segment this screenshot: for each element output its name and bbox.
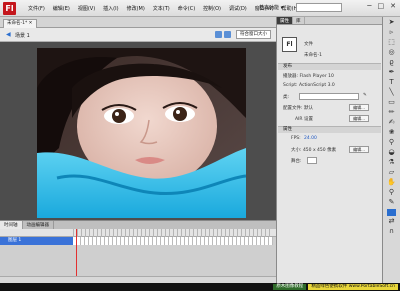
- maximize-button[interactable]: □: [378, 2, 385, 10]
- layer-row[interactable]: 图层 1: [0, 237, 73, 245]
- edit-symbol-icon[interactable]: [224, 31, 231, 38]
- search-input[interactable]: [296, 3, 342, 12]
- bone-tool-icon[interactable]: ⚲: [386, 138, 397, 147]
- doc-name-label: 未命名-1: [304, 53, 322, 58]
- frame-ruler[interactable]: [73, 229, 273, 237]
- document-tabbar: 未命名-1* ✕: [0, 17, 276, 28]
- flash-logo-icon[interactable]: Fl: [3, 1, 16, 15]
- tab-timeline[interactable]: 时间轴: [0, 221, 23, 229]
- stage-area: [0, 42, 276, 220]
- pencil-tool-icon[interactable]: ✏: [386, 108, 397, 117]
- 3d-rotation-tool-icon[interactable]: ◎: [386, 48, 397, 57]
- minimize-button[interactable]: ─: [367, 2, 371, 10]
- zoom-tool-icon[interactable]: ⚲: [386, 188, 397, 197]
- timeline-panel: 时间轴 动画编辑器 图层 1: [0, 220, 276, 284]
- eyedropper-tool-icon[interactable]: ⚗: [386, 158, 397, 167]
- tab-properties[interactable]: 属性: [277, 17, 293, 24]
- eraser-tool-icon[interactable]: ▱: [386, 168, 397, 177]
- watermarks: 原木图像教程 精品绿色便携软件 www.PortableSoft.cn: [273, 284, 398, 290]
- menu-bar: Fl 文件(F) 编辑(E) 视图(V) 插入(I) 修改(M) 文本(T) 命令(C) 控制…: [0, 0, 400, 17]
- fill-color-icon[interactable]: [387, 209, 396, 216]
- snap-magnet-icon[interactable]: ∩: [386, 227, 397, 236]
- menu-item[interactable]: 插入(I): [99, 5, 122, 12]
- menu-item[interactable]: 视图(V): [74, 5, 99, 12]
- scene-label[interactable]: 场景 1: [15, 32, 30, 39]
- tools-panel: ➤ ▹ ⬚ ◎ ϱ ✒ T ╲ ▭ ✏ ✍ ❀ ⚲ ◒ ⚗ ▱ ✋ ⚲ ✎ ⇄ …: [382, 17, 400, 283]
- tab-motion-editor[interactable]: 动画编辑器: [23, 221, 54, 229]
- playhead[interactable]: [76, 229, 77, 279]
- back-arrow-icon[interactable]: ◀: [6, 31, 11, 38]
- selection-tool-icon[interactable]: ➤: [386, 18, 397, 27]
- watermark-left: 原木图像教程: [273, 284, 307, 290]
- size-edit-button[interactable]: 编辑...: [349, 146, 369, 153]
- document-tab[interactable]: 未命名-1* ✕: [3, 19, 37, 28]
- properties-panel: 属性 库 Fl 文件 未命名-1 发布 播放器: Flash Player 10…: [276, 17, 382, 283]
- menu-item[interactable]: 控制(O): [199, 5, 225, 12]
- menu-item[interactable]: 调试(D): [225, 5, 251, 12]
- frame-cells[interactable]: [73, 237, 273, 245]
- doc-type-label: 文件: [304, 42, 313, 47]
- timeline-tabs: 时间轴 动画编辑器: [0, 221, 276, 229]
- menu-item[interactable]: 文本(T): [149, 5, 174, 12]
- properties-tabs: 属性 库: [277, 17, 382, 25]
- fps-label: FPS:: [291, 136, 301, 141]
- hand-tool-icon[interactable]: ✋: [386, 178, 397, 187]
- menu-item[interactable]: 命令(C): [174, 5, 199, 12]
- class-input[interactable]: [299, 93, 359, 100]
- air-edit-button[interactable]: 编辑...: [349, 115, 369, 122]
- status-bar: 原木图像教程 精品绿色便携软件 www.PortableSoft.cn: [0, 283, 400, 291]
- portrait-image: [37, 48, 246, 218]
- properties-section-header[interactable]: 属性: [278, 126, 381, 133]
- player-label: 播放器: Flash Player 10: [283, 74, 334, 79]
- window-controls: ─ □ ✕: [367, 2, 396, 10]
- close-button[interactable]: ✕: [390, 2, 396, 10]
- deco-tool-icon[interactable]: ❀: [386, 128, 397, 137]
- rectangle-tool-icon[interactable]: ▭: [386, 98, 397, 107]
- script-label: Script: ActionScript 3.0: [283, 83, 335, 88]
- zoom-select[interactable]: 符合窗口大小: [236, 30, 271, 39]
- class-label: 类:: [283, 95, 290, 100]
- stage-photo[interactable]: [37, 48, 246, 218]
- transform-tool-icon[interactable]: ⬚: [386, 38, 397, 47]
- edit-scene-icon[interactable]: [215, 31, 222, 38]
- stroke-color-icon[interactable]: ✎: [386, 198, 397, 207]
- menu-item[interactable]: 文件(F): [24, 5, 49, 12]
- lasso-tool-icon[interactable]: ϱ: [386, 58, 397, 67]
- scene-tools: [215, 31, 233, 39]
- pen-tool-icon[interactable]: ✒: [386, 68, 397, 77]
- watermark-right: 精品绿色便携软件 www.PortableSoft.cn: [308, 284, 398, 290]
- stage-color-swatch[interactable]: [307, 157, 317, 164]
- workspace-switcher[interactable]: 基本功能 ▾: [259, 4, 283, 11]
- profile-label: 配置文件: 默认: [283, 106, 313, 111]
- line-tool-icon[interactable]: ╲: [386, 88, 397, 97]
- swap-colors-icon[interactable]: ⇄: [386, 217, 397, 226]
- text-tool-icon[interactable]: T: [386, 78, 397, 87]
- subselection-tool-icon[interactable]: ▹: [386, 28, 397, 37]
- stage-color-label: 舞台:: [291, 159, 302, 164]
- pencil-icon[interactable]: ✎: [363, 93, 367, 98]
- edit-bar: ◀ 场景 1 符合窗口大小: [0, 28, 276, 42]
- menu-item[interactable]: 编辑(E): [49, 5, 74, 12]
- flash-app-window: Fl 文件(F) 编辑(E) 视图(V) 插入(I) 修改(M) 文本(T) 命令(C) 控制…: [0, 0, 400, 291]
- tab-library[interactable]: 库: [293, 17, 305, 24]
- fps-value[interactable]: 24.00: [304, 136, 317, 141]
- publish-section-header[interactable]: 发布: [278, 63, 381, 70]
- menu-item[interactable]: 修改(M): [123, 5, 149, 12]
- paint-bucket-tool-icon[interactable]: ◒: [386, 148, 397, 157]
- size-label: 大小: 450 x 450 像素: [291, 148, 337, 153]
- air-settings-label: AIR 设置: [295, 117, 313, 122]
- document-type-icon: Fl: [282, 37, 297, 52]
- profile-edit-button[interactable]: 编辑...: [349, 104, 369, 111]
- brush-tool-icon[interactable]: ✍: [386, 118, 397, 127]
